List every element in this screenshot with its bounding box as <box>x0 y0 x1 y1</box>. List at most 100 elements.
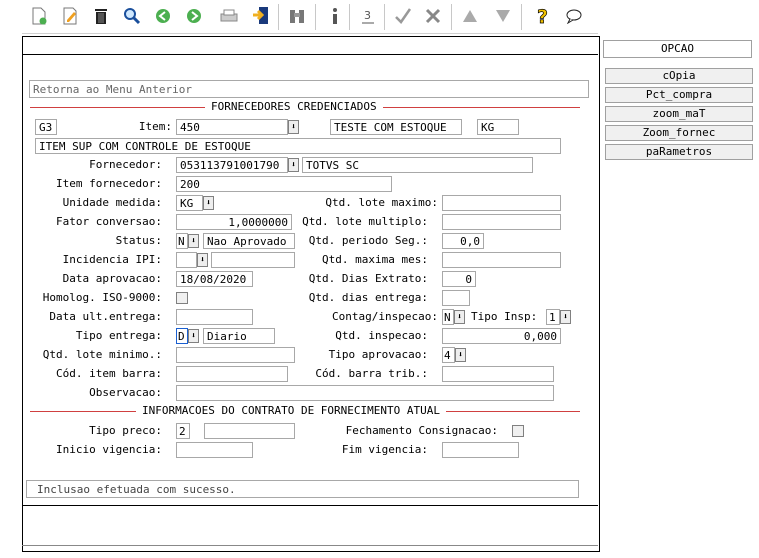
exit-icon[interactable] <box>250 5 272 27</box>
qtd-lote-maximo-label: Qtd. lote maximo: <box>325 196 438 209</box>
data-ult-entrega-field[interactable] <box>176 309 253 325</box>
section-title-fornecedores: FORNECEDORES CREDENCIADOS <box>205 101 383 113</box>
tipo-aprovacao-field[interactable]: 4 <box>442 347 455 363</box>
contag-inspecao-label: Contag/inspecao: <box>332 310 438 323</box>
binoculars-icon[interactable] <box>286 5 308 27</box>
parametros-button[interactable]: paRametros <box>605 144 753 160</box>
inicio-vigencia-field[interactable] <box>176 442 253 458</box>
qtd-dias-extrato-label: Qtd. Dias Extrato: <box>308 272 428 285</box>
next-icon[interactable] <box>183 5 205 27</box>
info-icon[interactable] <box>324 5 346 27</box>
copia-button[interactable]: cOpia <box>605 68 753 84</box>
qtd-lote-multiplo-field[interactable] <box>442 214 561 230</box>
item-fornecedor-label: Item fornecedor: <box>56 177 162 190</box>
up-icon[interactable] <box>459 5 481 27</box>
tipo-entrega-code-field[interactable]: D <box>176 328 188 344</box>
fim-vigencia-field[interactable] <box>442 442 519 458</box>
item-full-desc-field: ITEM SUP COM CONTROLE DE ESTOQUE <box>35 138 561 154</box>
incidencia-ipi-label: Incidencia IPI: <box>62 253 162 266</box>
inicio-vigencia-label: Inicio vigencia: <box>56 443 162 456</box>
chat-icon[interactable] <box>563 5 585 27</box>
new-icon[interactable] <box>28 5 50 27</box>
item-field[interactable]: 450 <box>176 119 288 135</box>
item-desc-field: TESTE COM ESTOQUE <box>330 119 462 135</box>
data-ult-entrega-label: Data ult.entrega: <box>49 310 162 323</box>
fornecedor-field[interactable]: 053113791001790 <box>176 157 288 173</box>
homolog-iso-label: Homolog. ISO-9000: <box>42 291 162 304</box>
fechamento-consignacao-checkbox[interactable] <box>512 425 524 437</box>
qtd-inspecao-field[interactable]: 0,000 <box>442 328 561 344</box>
search-icon[interactable] <box>121 5 143 27</box>
status-code-field[interactable]: N <box>176 233 188 249</box>
cod-item-barra-field[interactable] <box>176 366 288 382</box>
zoom-fornec-button[interactable]: Zoom_fornec <box>605 125 753 141</box>
item-lookup-icon[interactable]: ⬇ <box>288 120 299 134</box>
g3-field[interactable]: G3 <box>35 119 57 135</box>
data-aprovacao-field[interactable]: 18/08/2020 <box>176 271 253 287</box>
homolog-iso-checkbox[interactable] <box>176 292 188 304</box>
qtd-lote-minimo-label: Qtd. lote minimo.: <box>42 348 162 361</box>
qtd-lote-multiplo-label: Qtd. lote multiplo: <box>302 215 428 228</box>
item-unit-field: KG <box>477 119 519 135</box>
unidade-lookup-icon[interactable]: ⬇ <box>203 196 214 210</box>
qtd-inspecao-label: Qtd. inspecao: <box>335 329 428 342</box>
tools-icon[interactable] <box>422 5 444 27</box>
cod-barra-trib-label: Cód. barra trib.: <box>315 367 428 380</box>
status-desc-field: Nao Aprovado <box>203 233 295 249</box>
status-message: Inclusao efetuada com sucesso. <box>26 480 579 498</box>
frame-divider <box>22 505 598 506</box>
observacao-field[interactable] <box>176 385 554 401</box>
section-title-contrato: INFORMACOES DO CONTRATO DE FORNECIMENTO … <box>136 405 447 417</box>
toolbar-separator <box>278 4 279 30</box>
fator-conversao-label: Fator conversao: <box>56 215 162 228</box>
tipo-aprovacao-label: Tipo aprovacao: <box>328 348 428 361</box>
qtd-dias-entrega-field[interactable] <box>442 290 470 306</box>
qtd-lote-minimo-field[interactable] <box>176 347 295 363</box>
item-fornecedor-field[interactable]: 200 <box>176 176 392 192</box>
status-lookup-icon[interactable]: ⬇ <box>188 234 199 248</box>
tipo-preco-desc-field <box>204 423 295 439</box>
pct-compra-button[interactable]: Pct_compra <box>605 87 753 103</box>
contag-inspecao-field[interactable]: N <box>442 309 454 325</box>
tipo-insp-label: Tipo Insp: <box>471 310 538 323</box>
cod-barra-trib-field[interactable] <box>442 366 554 382</box>
frame-divider <box>22 545 598 546</box>
print-icon[interactable] <box>218 5 240 27</box>
tipo-preco-label: Tipo preco: <box>89 424 162 437</box>
edit-icon[interactable] <box>59 5 81 27</box>
svg-text:3: 3 <box>364 9 371 22</box>
check-icon[interactable] <box>392 5 414 27</box>
help-icon[interactable]: ? <box>532 5 554 27</box>
incidencia-ipi-field[interactable] <box>176 252 197 268</box>
qtd-periodo-seg-field[interactable]: 0,0 <box>442 233 484 249</box>
prev-icon[interactable] <box>152 5 174 27</box>
fim-vigencia-label: Fim vigencia: <box>341 443 428 456</box>
fator-conversao-field[interactable]: 1,0000000 <box>176 214 292 230</box>
tipo-insp-field[interactable]: 1 <box>546 309 560 325</box>
tipo-preco-field[interactable]: 2 <box>176 423 190 439</box>
tipo-insp-lookup-icon[interactable]: ⬇ <box>560 310 571 324</box>
qtd-dias-extrato-field[interactable]: 0 <box>442 271 476 287</box>
frame-divider <box>22 54 598 55</box>
tipo-entrega-lookup-icon[interactable]: ⬇ <box>188 329 199 343</box>
svg-text:?: ? <box>537 6 548 26</box>
zoom-mat-button[interactable]: zoom_maT <box>605 106 753 122</box>
contag-lookup-icon[interactable]: ⬇ <box>454 310 465 324</box>
qtd-dias-entrega-label: Qtd. dias entrega: <box>308 291 428 304</box>
status-label: Status: <box>115 234 162 247</box>
sort-icon[interactable]: 3 <box>357 5 379 27</box>
tipo-entrega-label: Tipo entrega: <box>75 329 162 342</box>
qtd-lote-maximo-field[interactable] <box>442 195 561 211</box>
fornecedor-lookup-icon[interactable]: ⬇ <box>288 158 299 172</box>
unidade-medida-field[interactable]: KG <box>176 195 203 211</box>
tipo-aprovacao-lookup-icon[interactable]: ⬇ <box>455 348 466 362</box>
fechamento-consignacao-label: Fechamento Consignacao: <box>345 424 498 437</box>
cod-item-barra-label: Cód. item barra: <box>56 367 162 380</box>
trash-icon[interactable] <box>90 5 112 27</box>
return-menu-field[interactable]: Retorna ao Menu Anterior <box>29 80 589 98</box>
down-icon[interactable] <box>492 5 514 27</box>
opcao-field[interactable]: OPCAO <box>603 40 752 58</box>
incidencia-lookup-icon[interactable]: ⬇ <box>197 253 208 267</box>
qtd-maxima-mes-field[interactable] <box>442 252 561 268</box>
item-label: Item: <box>138 120 172 133</box>
